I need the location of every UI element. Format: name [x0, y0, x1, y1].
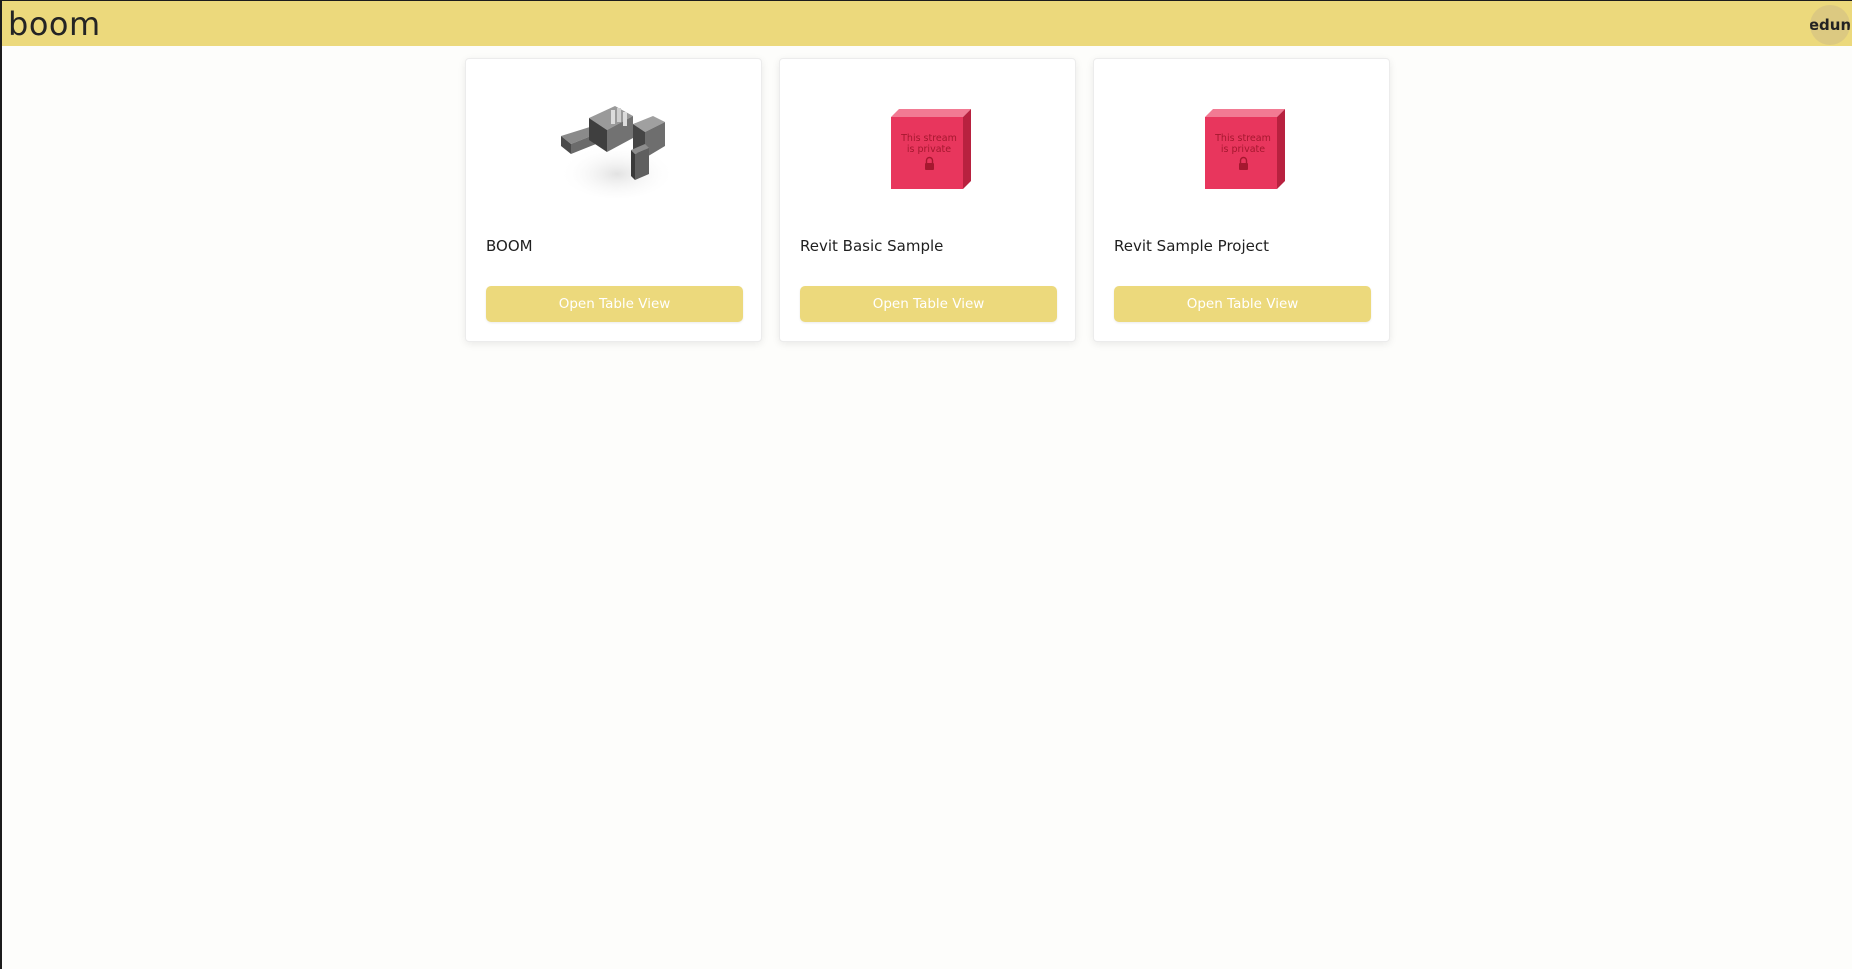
open-table-view-button[interactable]: Open Table View	[486, 286, 743, 322]
open-table-view-button[interactable]: Open Table View	[1114, 286, 1371, 322]
stream-title: Revit Basic Sample	[800, 237, 944, 255]
private-stream-line1: This stream	[900, 133, 957, 144]
stream-thumbnail	[466, 73, 761, 223]
stream-thumbnail: This stream is private	[1094, 73, 1389, 223]
building-model-icon	[558, 106, 675, 198]
top-app-bar: boom edun	[2, 0, 1852, 46]
stream-title: BOOM	[486, 237, 533, 255]
open-table-view-button[interactable]: Open Table View	[800, 286, 1057, 322]
private-stream-box-icon: This stream is private	[1204, 109, 1285, 189]
stream-card-grid: BOOM Open Table View This stream is priv…	[465, 58, 1390, 342]
stream-card[interactable]: BOOM Open Table View	[465, 58, 762, 342]
stream-card[interactable]: This stream is private Revit Basic Sampl…	[779, 58, 1076, 342]
user-avatar[interactable]: edun	[1810, 5, 1850, 45]
private-stream-line2: is private	[906, 144, 950, 155]
private-stream-line1: This stream	[1214, 133, 1271, 144]
page: boom edun BOOM Open Table View This stre…	[0, 0, 1852, 969]
stream-thumbnail: This stream is private	[780, 73, 1075, 223]
private-stream-line2: is private	[1220, 144, 1264, 155]
stream-card[interactable]: This stream is private Revit Sample Proj…	[1093, 58, 1390, 342]
app-logo-text[interactable]: boom	[8, 4, 101, 44]
user-avatar-label: edun	[1810, 16, 1850, 34]
stream-title: Revit Sample Project	[1114, 237, 1270, 255]
private-stream-box-icon: This stream is private	[890, 109, 971, 189]
